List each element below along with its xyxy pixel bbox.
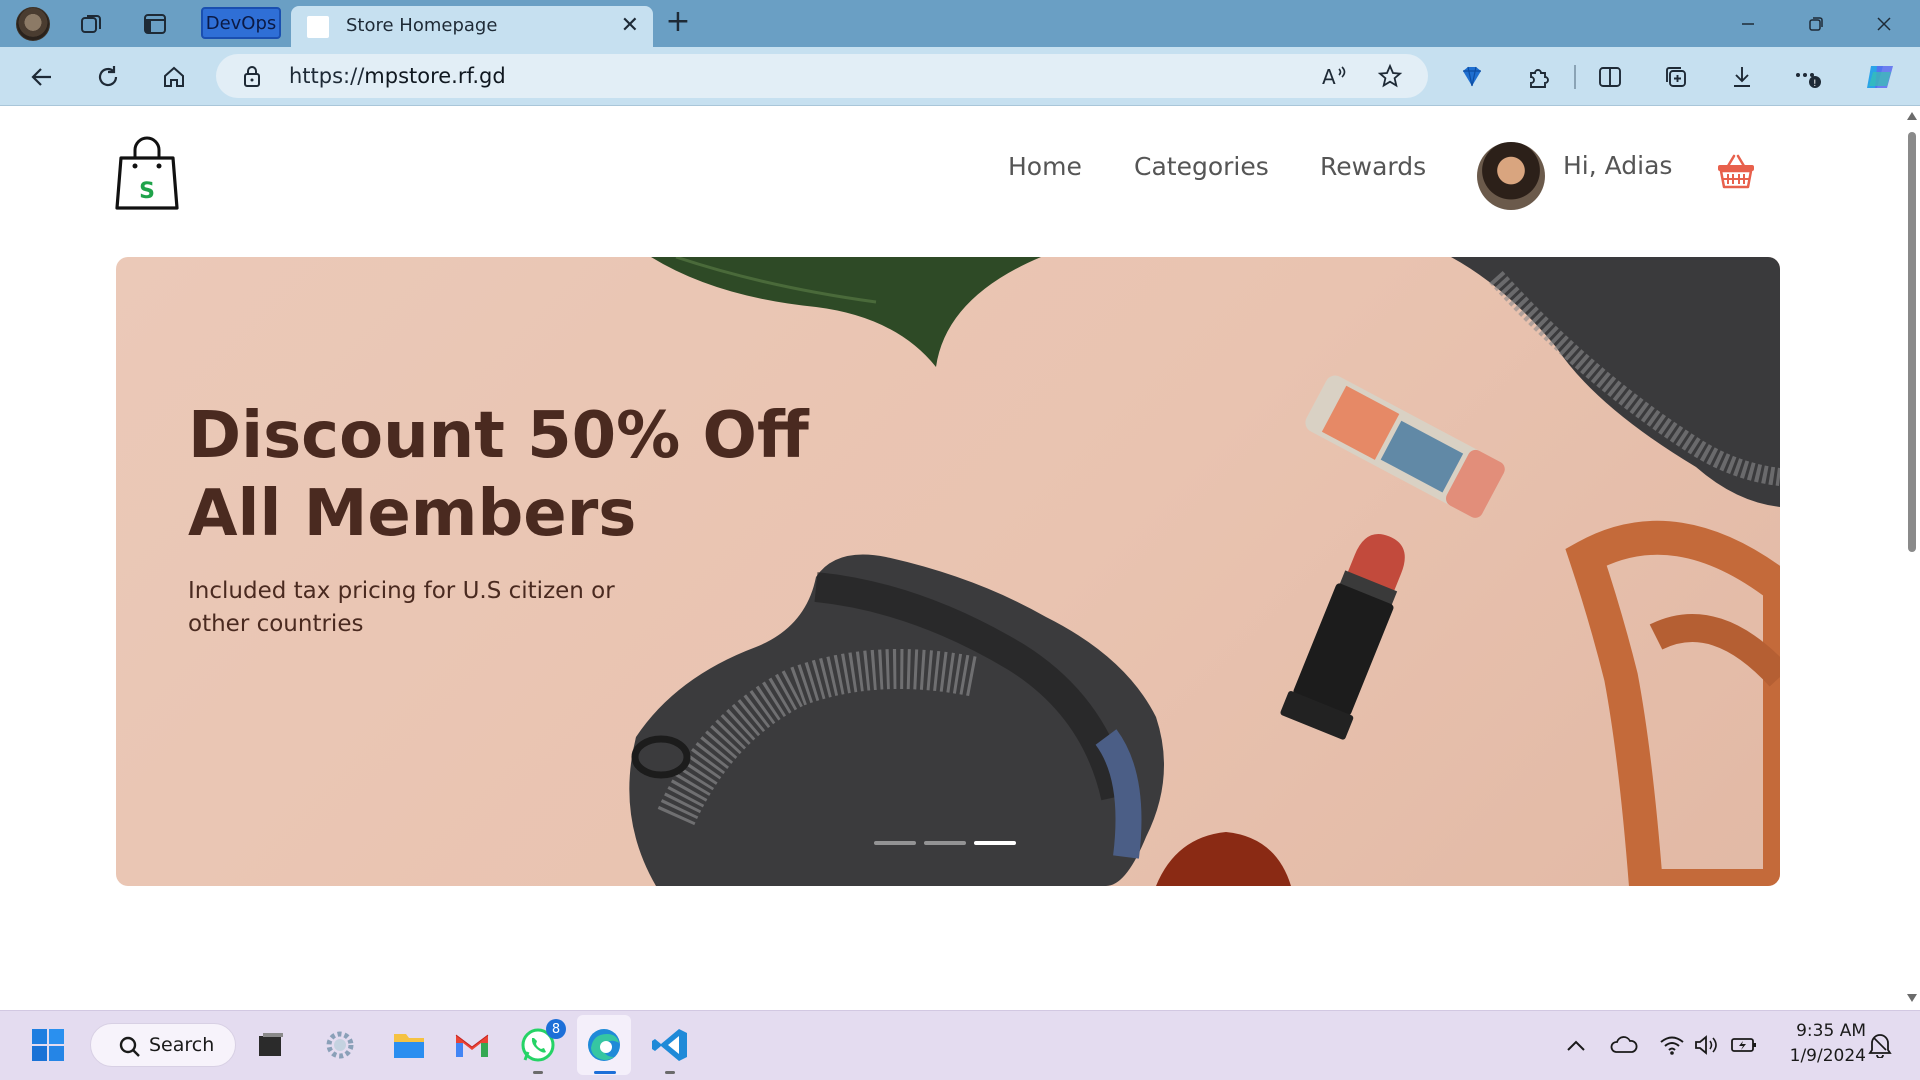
search-icon — [119, 1036, 140, 1057]
svg-text:!: ! — [1813, 79, 1817, 89]
browser-toolbar: https://mpstore.rf.gd A ! — [0, 47, 1920, 106]
notifications-bell-icon[interactable] — [1860, 1025, 1900, 1065]
scroll-down-arrow-icon[interactable] — [1907, 994, 1917, 1002]
task-view-icon[interactable] — [251, 1025, 291, 1065]
workspaces-icon[interactable] — [76, 8, 108, 40]
toolbar-divider — [1574, 65, 1576, 89]
user-avatar[interactable] — [1477, 142, 1545, 210]
onedrive-cloud-icon[interactable] — [1604, 1025, 1644, 1065]
hero-title: Discount 50% Off All Members — [188, 399, 809, 551]
back-arrow-icon[interactable] — [24, 59, 60, 95]
gmail-icon[interactable] — [452, 1025, 492, 1065]
extensions-puzzle-icon[interactable] — [1521, 59, 1557, 95]
minimize-button[interactable] — [1728, 8, 1768, 40]
settings-gear-icon[interactable] — [320, 1025, 360, 1065]
hero-banner[interactable]: Discount 50% Off All Members Included ta… — [116, 257, 1780, 886]
collections-icon[interactable] — [1658, 59, 1694, 95]
scroll-thumb[interactable] — [1908, 132, 1916, 552]
search-label: Search — [149, 1034, 215, 1056]
whatsapp-running-indicator — [533, 1071, 543, 1074]
refresh-icon[interactable] — [90, 59, 126, 95]
show-hidden-icons-chevron-icon[interactable] — [1556, 1025, 1596, 1065]
nav-link-categories[interactable]: Categories — [1134, 152, 1269, 181]
edge-browser-icon[interactable] — [584, 1025, 624, 1065]
lipstick-case — [1305, 375, 1505, 518]
hero-product-photo — [629, 257, 1780, 886]
system-clock[interactable]: 9:35 AM 1/9/2024 — [1766, 1019, 1866, 1069]
browser-title-bar: DevOps Store Homepage ✕ + — [0, 0, 1920, 47]
leaf-shape — [651, 257, 1041, 367]
split-screen-icon[interactable] — [1592, 59, 1628, 95]
lipstick — [1280, 534, 1405, 740]
copilot-icon[interactable] — [1862, 59, 1898, 95]
carousel-dot-2[interactable] — [924, 841, 966, 845]
clock-time: 9:35 AM — [1796, 1021, 1866, 1041]
close-window-button[interactable] — [1864, 8, 1904, 40]
windows-taskbar: Search 8 9:35 AM 1/9/2024 — [0, 1010, 1920, 1080]
whatsapp-icon[interactable]: 8 — [518, 1019, 566, 1065]
volume-icon[interactable] — [1686, 1025, 1726, 1065]
vscode-running-indicator — [665, 1071, 675, 1074]
scroll-up-arrow-icon[interactable] — [1907, 112, 1917, 120]
edge-active-indicator — [594, 1071, 616, 1074]
workspace-devops-tab[interactable]: DevOps — [201, 7, 281, 39]
browser-profile-avatar[interactable] — [16, 7, 50, 41]
battery-charging-icon[interactable] — [1724, 1025, 1764, 1065]
vertical-tabs-icon[interactable] — [139, 8, 171, 40]
carousel-dot-3[interactable] — [974, 841, 1016, 845]
home-icon[interactable] — [156, 59, 192, 95]
close-tab-icon[interactable]: ✕ — [621, 13, 639, 38]
shopping-basket-icon[interactable] — [1716, 152, 1756, 190]
vscode-icon[interactable] — [650, 1025, 690, 1065]
svg-text:A: A — [1322, 65, 1336, 89]
web-page: S Home Categories Rewards Hi, Adias Disc… — [0, 106, 1904, 1010]
page-favicon-icon — [307, 16, 329, 38]
url-host: mpstore.rf.gd — [364, 64, 506, 88]
nav-link-home[interactable]: Home — [1008, 152, 1082, 181]
address-bar[interactable]: https://mpstore.rf.gd A — [216, 54, 1428, 98]
page-scrollbar[interactable] — [1904, 106, 1920, 1010]
hero-subtitle: Included tax pricing for U.S citizen or … — [188, 578, 615, 637]
carousel-dot-1[interactable] — [874, 841, 916, 845]
new-tab-button[interactable]: + — [662, 6, 694, 38]
url-scheme: https:// — [289, 64, 365, 88]
carousel-indicators — [874, 841, 1016, 845]
nav-link-rewards[interactable]: Rewards — [1320, 152, 1426, 181]
whatsapp-notification-badge: 8 — [546, 1019, 566, 1039]
file-explorer-icon[interactable] — [389, 1025, 429, 1065]
lock-icon[interactable] — [242, 64, 262, 88]
windows-start-icon[interactable] — [28, 1025, 68, 1065]
logo-letter: S — [139, 179, 155, 204]
more-options-icon[interactable]: ! — [1790, 59, 1826, 95]
url-text[interactable]: https://mpstore.rf.gd — [289, 64, 506, 88]
sunglasses — [1156, 832, 1291, 886]
user-greeting[interactable]: Hi, Adias — [1563, 151, 1672, 180]
favorite-star-icon[interactable] — [1372, 58, 1408, 94]
restore-button[interactable] — [1796, 8, 1836, 40]
downloads-icon[interactable] — [1724, 59, 1760, 95]
tab-store-homepage[interactable]: Store Homepage ✕ — [291, 6, 653, 47]
taskbar-search-box[interactable]: Search — [90, 1023, 236, 1067]
leather-strap — [1565, 520, 1780, 886]
tab-title: Store Homepage — [346, 15, 498, 36]
clock-date: 1/9/2024 — [1789, 1046, 1866, 1066]
read-aloud-icon[interactable]: A — [1316, 58, 1352, 94]
store-logo-bag-icon[interactable]: S — [115, 134, 179, 214]
extension-diamond-icon[interactable] — [1454, 59, 1490, 95]
